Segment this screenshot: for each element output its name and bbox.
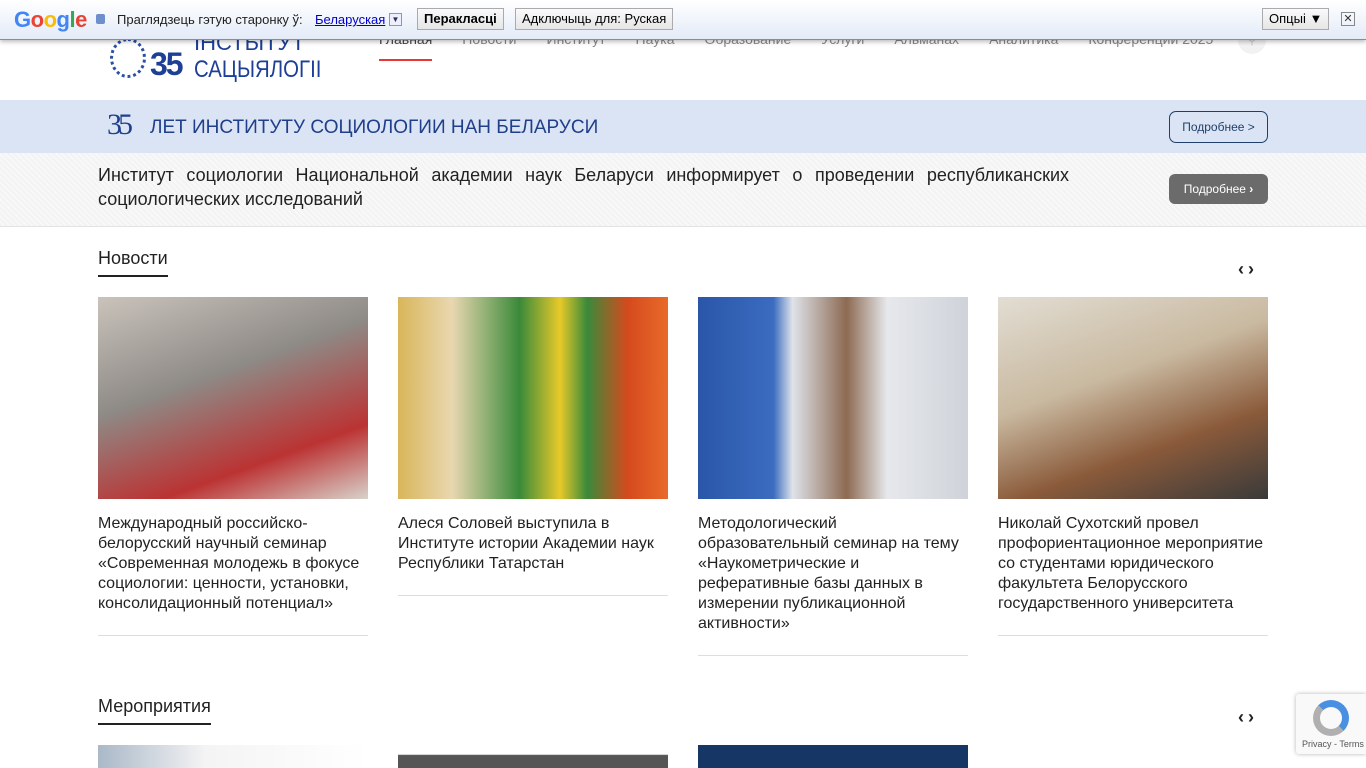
event-image[interactable] [998, 745, 1268, 768]
chevron-right-icon[interactable]: › [1248, 259, 1258, 279]
event-image[interactable] [398, 745, 668, 768]
news-carousel-arrows: ‹› [1238, 259, 1258, 280]
announcement-more-label: Подробнее [1183, 182, 1246, 196]
recaptcha-badge[interactable]: Privacy - Terms [1296, 694, 1366, 754]
chevron-right-icon: › [1249, 182, 1254, 196]
google-logo: Google [14, 7, 87, 32]
chevron-right-icon[interactable]: › [1248, 707, 1258, 727]
news-title[interactable]: Николай Сухотский провел профориентацион… [998, 514, 1268, 636]
event-image[interactable] [698, 745, 968, 768]
news-section-title: Новости [98, 248, 168, 277]
event-image[interactable] [98, 745, 368, 768]
news-image[interactable] [998, 297, 1268, 499]
events-section-title: Мероприятия [98, 696, 211, 725]
lock-icon [96, 14, 105, 24]
news-card[interactable]: Николай Сухотский провел профориентацион… [998, 297, 1268, 636]
news-card[interactable]: Методологический образовательный семинар… [698, 297, 968, 656]
translate-prompt: Праглядзець гэтую старонку ў: [117, 12, 303, 27]
language-link[interactable]: Беларуская [315, 12, 385, 27]
news-image[interactable] [98, 297, 368, 499]
recaptcha-links[interactable]: Privacy - Terms [1302, 739, 1364, 749]
events-carousel-arrows: ‹› [1238, 707, 1258, 728]
chevron-left-icon[interactable]: ‹ [1238, 707, 1248, 727]
banner-more-button[interactable]: Подробнее > [1169, 111, 1268, 143]
logo-line2: САЦЫЯЛОГІІ [194, 56, 322, 83]
announcement: Институт социологии Национальной академи… [0, 153, 1366, 227]
close-icon[interactable]: ✕ [1341, 12, 1355, 26]
news-image[interactable] [398, 297, 668, 499]
language-dropdown-icon[interactable]: ▼ [389, 13, 402, 26]
news-title[interactable]: Международный российско-белорусский науч… [98, 514, 368, 636]
recaptcha-icon [1313, 700, 1349, 736]
news-card[interactable]: Алеся Соловей выступила в Институте исто… [398, 297, 668, 596]
chevron-left-icon[interactable]: ‹ [1238, 259, 1248, 279]
anniversary-banner: 35 ЛЕТ ИНСТИТУТУ СОЦИОЛОГИИ НАН БЕЛАРУСИ… [0, 100, 1366, 153]
news-image[interactable] [698, 297, 968, 499]
logo-figure-icon [110, 38, 146, 78]
news-card[interactable]: Международный российско-белорусский науч… [98, 297, 368, 636]
announcement-text: Институт социологии Национальной академи… [98, 165, 1069, 209]
banner-title: ЛЕТ ИНСТИТУТУ СОЦИОЛОГИИ НАН БЕЛАРУСИ [150, 117, 599, 138]
disable-translate-button[interactable]: Адключыць для: Руская [515, 8, 674, 30]
anniversary-35-logo: 35 [107, 108, 133, 141]
news-title[interactable]: Алеся Соловей выступила в Институте исто… [398, 514, 668, 596]
google-translate-bar: Google Праглядзець гэтую старонку ў: Бел… [0, 0, 1366, 40]
announcement-more-button[interactable]: Подробнее › [1169, 174, 1268, 204]
logo-number: 35 [150, 46, 184, 82]
translate-button[interactable]: Перакласці [417, 8, 504, 30]
news-title[interactable]: Методологический образовательный семинар… [698, 514, 968, 656]
options-button[interactable]: Опцыі ▼ [1262, 8, 1330, 30]
